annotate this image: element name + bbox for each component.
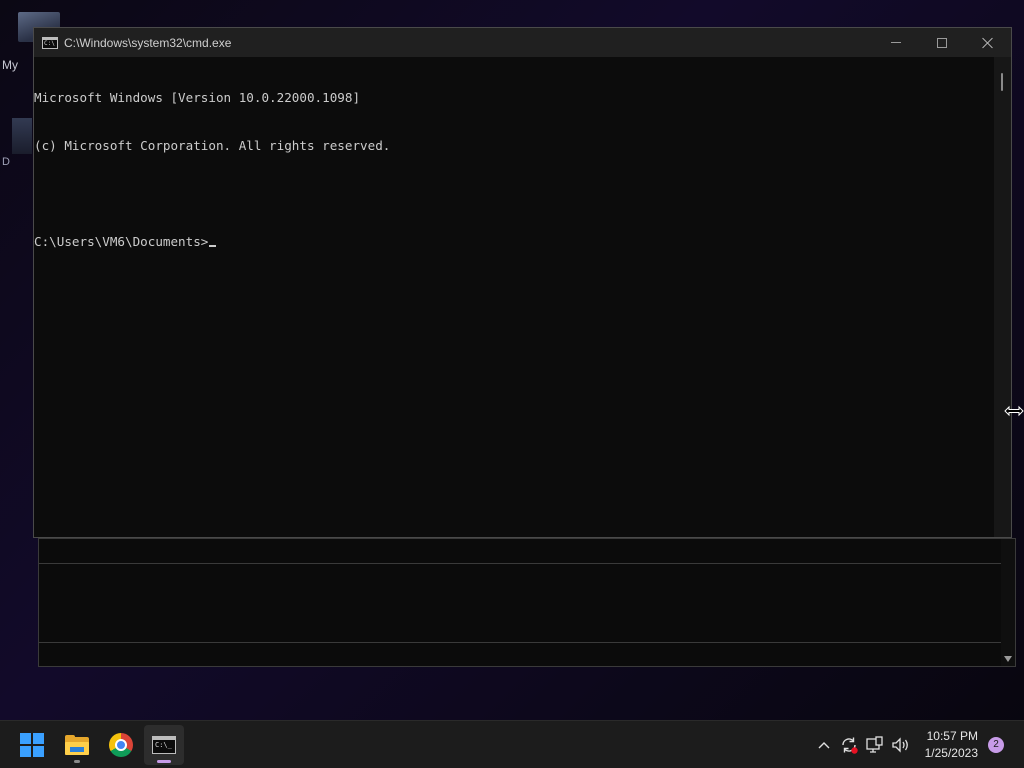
scroll-down-arrow-icon[interactable] xyxy=(1004,656,1012,662)
background-window[interactable] xyxy=(38,538,1016,667)
windows-start-icon xyxy=(20,733,44,757)
title-bar[interactable]: C:\Windows\system32\cmd.exe xyxy=(34,28,1011,57)
window-controls xyxy=(873,28,1011,57)
volume-button[interactable] xyxy=(889,733,913,757)
window-title: C:\Windows\system32\cmd.exe xyxy=(64,35,232,50)
maximize-button[interactable] xyxy=(919,28,965,57)
notification-badge[interactable]: 2 xyxy=(988,737,1004,753)
active-indicator xyxy=(157,760,171,763)
start-button[interactable] xyxy=(12,725,52,765)
close-button[interactable] xyxy=(965,28,1011,57)
background-window-scrollbar[interactable] xyxy=(1001,539,1015,666)
minimize-icon xyxy=(891,42,901,43)
cmd-window[interactable]: C:\Windows\system32\cmd.exe Microsoft Wi… xyxy=(33,27,1012,538)
chevron-up-icon xyxy=(818,742,830,749)
background-window-divider xyxy=(39,642,1015,643)
sync-status-button[interactable] xyxy=(837,733,861,757)
running-indicator xyxy=(74,760,80,763)
desktop-icon-label[interactable]: My xyxy=(2,58,18,72)
cmd-icon[interactable] xyxy=(42,36,58,49)
show-hidden-icons-button[interactable] xyxy=(814,733,834,757)
console-output[interactable]: Microsoft Windows [Version 10.0.22000.10… xyxy=(34,57,994,537)
volume-icon xyxy=(892,737,908,753)
clock[interactable]: 10:57 PM 1/25/2023 xyxy=(914,728,978,762)
maximize-icon xyxy=(937,37,947,48)
vertical-scrollbar[interactable] xyxy=(994,57,1011,537)
folder-icon xyxy=(65,735,89,755)
desktop-icon-thumbnail-2[interactable] xyxy=(12,118,32,154)
network-icon xyxy=(866,736,883,753)
close-icon xyxy=(982,37,994,49)
background-window-row xyxy=(39,539,1015,564)
desktop-icon-label-2[interactable]: D xyxy=(2,156,10,168)
minimize-button[interactable] xyxy=(873,28,919,57)
system-tray: 10:57 PM 1/25/2023 2 xyxy=(804,721,1024,768)
console-line: Microsoft Windows [Version 10.0.22000.10… xyxy=(34,90,361,105)
network-button[interactable] xyxy=(863,733,887,757)
clock-time: 10:57 PM xyxy=(926,729,978,743)
console-line: (c) Microsoft Corporation. All rights re… xyxy=(34,138,391,153)
sync-icon xyxy=(842,737,858,754)
console-prompt-line[interactable]: C:\Users\VM6\Documents> xyxy=(34,234,994,250)
taskbar-command-prompt[interactable] xyxy=(144,725,184,765)
scrollbar-thumb[interactable] xyxy=(1001,73,1003,91)
resize-horizontal-cursor-icon xyxy=(1004,405,1024,417)
taskbar-file-explorer[interactable] xyxy=(57,725,97,765)
taskbar-chrome[interactable] xyxy=(101,725,141,765)
cmd-icon xyxy=(152,736,176,754)
chrome-icon xyxy=(109,733,133,757)
taskbar: 10:57 PM 1/25/2023 2 xyxy=(0,720,1024,768)
command-prompt: C:\Users\VM6\Documents> xyxy=(34,234,209,249)
clock-date: 1/25/2023 xyxy=(924,746,978,760)
text-cursor xyxy=(209,245,217,247)
